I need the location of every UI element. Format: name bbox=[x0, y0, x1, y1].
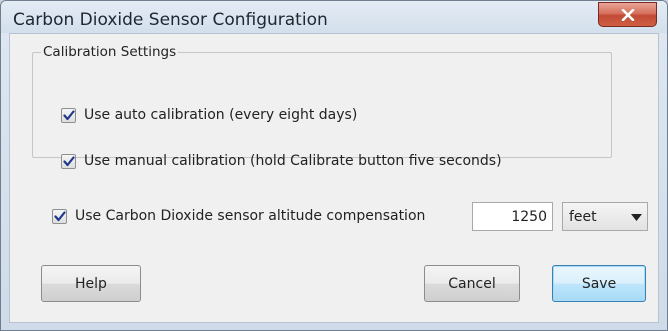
dropdown-arrow-icon bbox=[631, 214, 642, 221]
calibration-settings-group: Calibration Settings bbox=[32, 44, 612, 158]
help-button[interactable]: Help bbox=[41, 265, 141, 302]
close-button[interactable] bbox=[598, 2, 657, 27]
altitude-unit-select[interactable]: feet bbox=[562, 202, 648, 231]
manual-calibration-option[interactable]: Use manual calibration (hold Calibrate b… bbox=[61, 153, 502, 169]
altitude-compensation-checkbox[interactable] bbox=[52, 208, 67, 224]
auto-calibration-checkbox[interactable] bbox=[61, 107, 76, 123]
altitude-compensation-option[interactable]: Use Carbon Dioxide sensor altitude compe… bbox=[52, 208, 425, 224]
manual-calibration-label: Use manual calibration (hold Calibrate b… bbox=[84, 153, 502, 169]
window-title: Carbon Dioxide Sensor Configuration bbox=[13, 10, 328, 30]
checkmark-icon bbox=[62, 109, 75, 120]
checkmark-icon bbox=[53, 210, 66, 221]
altitude-unit-value: feet bbox=[569, 209, 597, 225]
altitude-compensation-label: Use Carbon Dioxide sensor altitude compe… bbox=[75, 208, 426, 224]
manual-calibration-checkbox[interactable] bbox=[61, 153, 76, 169]
calibration-settings-legend: Calibration Settings bbox=[43, 44, 177, 60]
save-button[interactable]: Save bbox=[552, 265, 646, 302]
altitude-value-input[interactable] bbox=[472, 202, 553, 231]
cancel-button[interactable]: Cancel bbox=[424, 265, 520, 302]
checkmark-icon bbox=[62, 155, 75, 166]
auto-calibration-option[interactable]: Use auto calibration (every eight days) bbox=[61, 107, 357, 123]
title-bar[interactable]: Carbon Dioxide Sensor Configuration bbox=[1, 1, 667, 33]
auto-calibration-label: Use auto calibration (every eight days) bbox=[84, 107, 358, 123]
close-icon bbox=[621, 8, 634, 21]
